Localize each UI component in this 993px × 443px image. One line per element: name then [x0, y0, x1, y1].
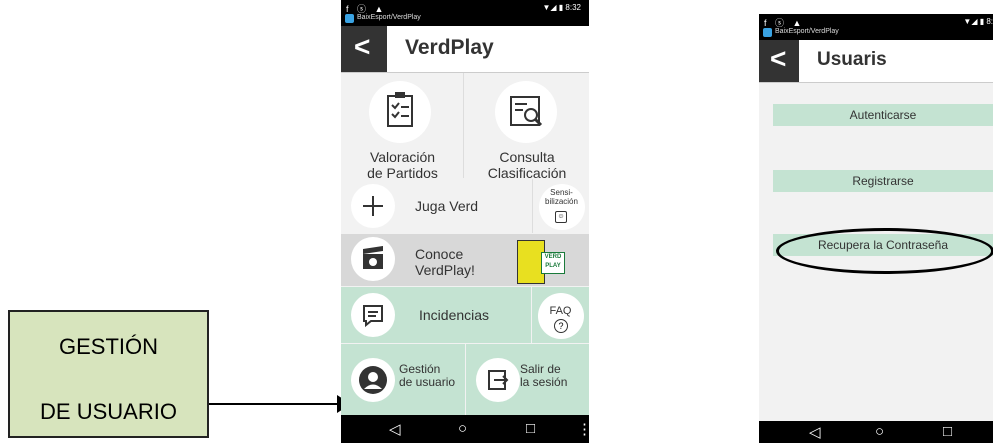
- status-bar: f ⓢ ▲ ▼◢ ▮ 8:32 BaixEsport/VerdPlay: [341, 0, 589, 26]
- plus-icon: [351, 184, 395, 228]
- tile-conoce-label: Conoce VerdPlay!: [415, 246, 475, 278]
- document-search-icon: [495, 81, 557, 143]
- title-bar-2: < Usuaris: [759, 40, 993, 83]
- tile-gestion-label: Gestión de usuario: [399, 362, 456, 389]
- nav-menu-icon[interactable]: ⋮: [577, 420, 589, 438]
- callout-line-2: DE USUARIO: [40, 399, 177, 424]
- tile-conoce[interactable]: Conoce VerdPlay! VERD PLAY: [341, 234, 589, 286]
- callout-box: GESTIÓN DE USUARIO: [8, 310, 209, 438]
- callout-line-1: GESTIÓN: [58, 334, 158, 359]
- nav-recents-icon[interactable]: □: [526, 420, 535, 437]
- app-name-2: BaixEsport/VerdPlay: [775, 28, 839, 35]
- android-nav-bar: ◁ ○ □ ⋮: [341, 415, 589, 443]
- registrarse-button[interactable]: Registrarse: [773, 170, 993, 192]
- page-title-2: Usuaris: [817, 49, 887, 70]
- tile-incidencias-label: Incidencias: [419, 307, 490, 323]
- tile-juga-verd[interactable]: Juga Verd: [341, 179, 531, 233]
- tile-sensibilizacion-label: Sensi- bilización: [545, 188, 578, 206]
- nav-home-icon[interactable]: ○: [458, 420, 467, 437]
- mascot-sign: VERD PLAY: [541, 252, 565, 274]
- tile-salir-sesion[interactable]: Salir de la sesión: [466, 344, 589, 418]
- tile-gestion-usuario[interactable]: Gestión de usuario: [341, 344, 465, 418]
- status-time-2: ▼◢ ▮ 8:: [963, 17, 993, 26]
- page-title: VerdPlay: [405, 36, 494, 59]
- tile-faq[interactable]: FAQ ?: [532, 287, 589, 343]
- app-name: BaixEsport/VerdPlay: [357, 14, 421, 21]
- nav-recents-icon-2[interactable]: □: [943, 423, 952, 440]
- nav-home-icon-2[interactable]: ○: [875, 423, 884, 440]
- chat-icon: [351, 293, 395, 337]
- clipboard-icon: [369, 81, 431, 143]
- tile-consulta[interactable]: Consulta Clasificación: [465, 73, 589, 181]
- tile-salir-label: Salir de la sesión: [520, 362, 568, 389]
- back-arrow-icon-2: <: [770, 43, 787, 74]
- clapperboard-icon: [351, 237, 395, 281]
- user-icon: [351, 358, 395, 402]
- tile-valoracion-label: Valoración de Partidos: [367, 149, 438, 181]
- tile-juga-verd-label: Juga Verd: [415, 198, 479, 214]
- app-icon: [345, 14, 354, 23]
- nav-back-icon[interactable]: ◁: [389, 420, 401, 438]
- highlight-ellipse: [776, 228, 993, 274]
- app-icon-2: [763, 28, 772, 37]
- back-button-2[interactable]: <: [759, 40, 799, 82]
- tile-faq-label: FAQ: [549, 305, 572, 317]
- callout-arrow-line: [209, 403, 341, 405]
- smiley-icon: ☺: [555, 211, 567, 223]
- back-arrow-icon: <: [354, 31, 371, 62]
- autenticarse-button[interactable]: Autenticarse: [773, 104, 993, 126]
- tile-sensibilizacion[interactable]: Sensi- bilización ☺: [532, 179, 589, 233]
- tile-valoracion[interactable]: Valoración de Partidos: [341, 73, 464, 181]
- back-button[interactable]: <: [341, 26, 387, 72]
- status-time: ▼◢ ▮ 8:32: [542, 3, 582, 12]
- logout-icon: [476, 358, 520, 402]
- android-nav-bar-2: ◁ ○ □: [759, 421, 993, 443]
- nav-back-icon-2[interactable]: ◁: [809, 423, 821, 441]
- phone-main-menu: f ⓢ ▲ ▼◢ ▮ 8:32 BaixEsport/VerdPlay < Ve…: [341, 0, 589, 443]
- tile-incidencias[interactable]: Incidencias: [341, 287, 531, 343]
- title-bar: < VerdPlay: [341, 26, 589, 73]
- phone-usuaris: f ⓢ ▲ ▼◢ ▮ 8: BaixEsport/VerdPlay < Usua…: [759, 14, 993, 443]
- tile-consulta-label: Consulta Clasificación: [487, 149, 567, 181]
- status-bar-2: f ⓢ ▲ ▼◢ ▮ 8: BaixEsport/VerdPlay: [759, 14, 993, 40]
- question-icon: ?: [554, 319, 568, 333]
